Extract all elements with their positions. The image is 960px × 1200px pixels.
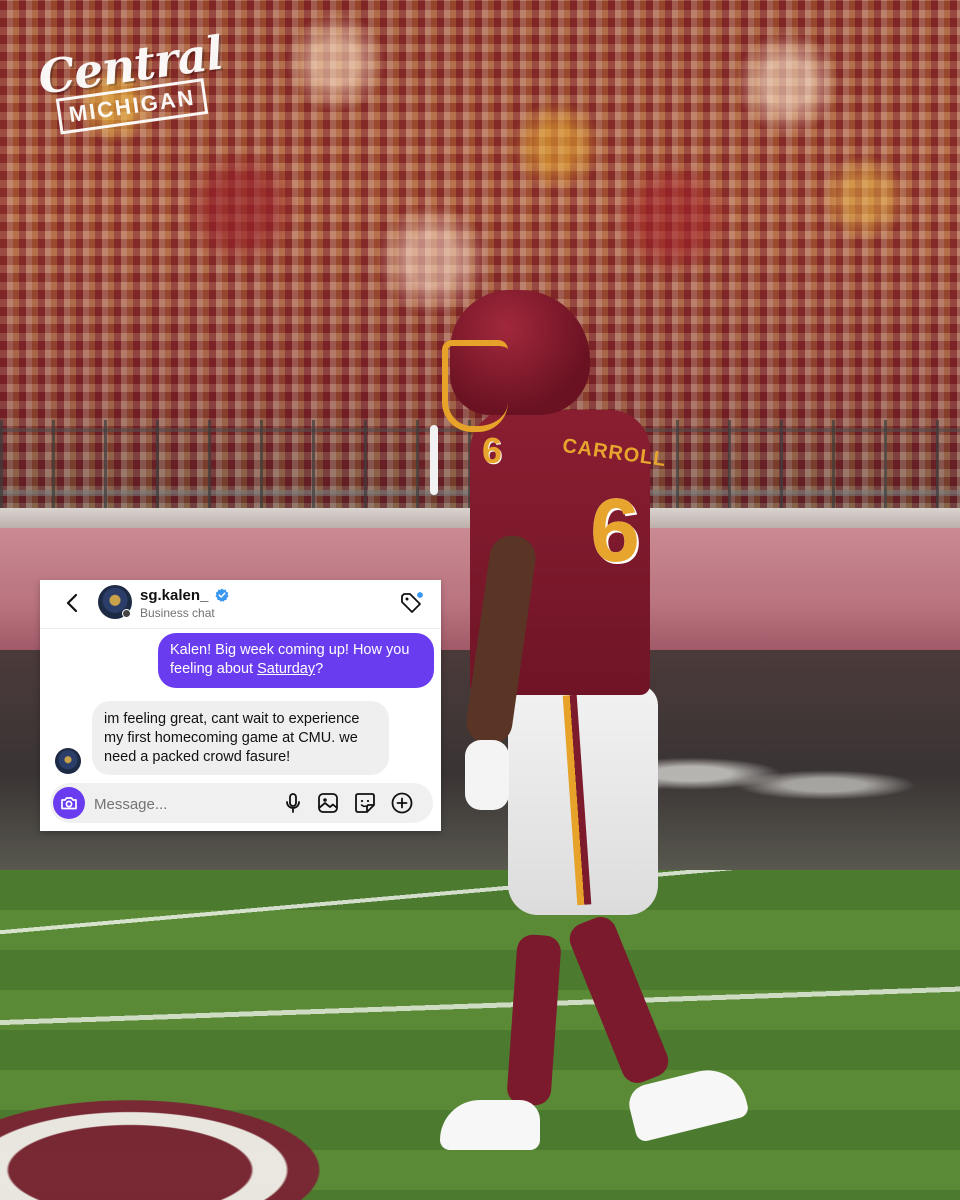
business-indicator-icon xyxy=(122,609,131,618)
sender-avatar[interactable] xyxy=(55,748,81,774)
verified-badge-icon xyxy=(215,588,229,602)
message-link[interactable]: Saturday xyxy=(257,661,315,677)
football-player: 6 CARROLL 6 xyxy=(420,285,780,1185)
microphone-icon[interactable] xyxy=(281,791,305,815)
jersey-number: 6 xyxy=(590,481,641,581)
chat-subtitle: Business chat xyxy=(140,606,215,620)
incoming-message[interactable]: im feeling great, cant wait to experienc… xyxy=(92,701,389,775)
player-cleat-left xyxy=(440,1100,540,1150)
dm-chat-card: sg.kalen_ Business chat Kalen! Big week … xyxy=(40,580,441,831)
incoming-message-text: im feeling great, cant wait to experienc… xyxy=(104,711,360,765)
player-glove xyxy=(465,740,509,810)
message-input[interactable] xyxy=(92,789,276,819)
player-sock-left xyxy=(506,933,562,1107)
gallery-icon[interactable] xyxy=(316,791,340,815)
player-sock-right xyxy=(564,912,674,1088)
back-icon[interactable] xyxy=(62,592,84,614)
plus-icon[interactable] xyxy=(390,791,414,815)
sticker-icon[interactable] xyxy=(353,791,377,815)
jersey-sleeve-number: 6 xyxy=(482,430,503,471)
chat-header: sg.kalen_ Business chat xyxy=(40,580,441,629)
tag-icon[interactable] xyxy=(399,590,425,616)
chat-username[interactable]: sg.kalen_ xyxy=(140,587,208,604)
jersey-name: CARROLL xyxy=(561,434,668,472)
player-helmet xyxy=(442,290,590,432)
outgoing-message-tail: ? xyxy=(315,661,324,677)
player-pants xyxy=(508,685,658,915)
camera-button[interactable] xyxy=(53,787,85,819)
player-mouthguard xyxy=(430,425,438,495)
outgoing-message[interactable]: Kalen! Big week coming up! How you feeli… xyxy=(158,633,434,688)
message-composer xyxy=(50,783,433,823)
camera-icon xyxy=(61,797,77,810)
